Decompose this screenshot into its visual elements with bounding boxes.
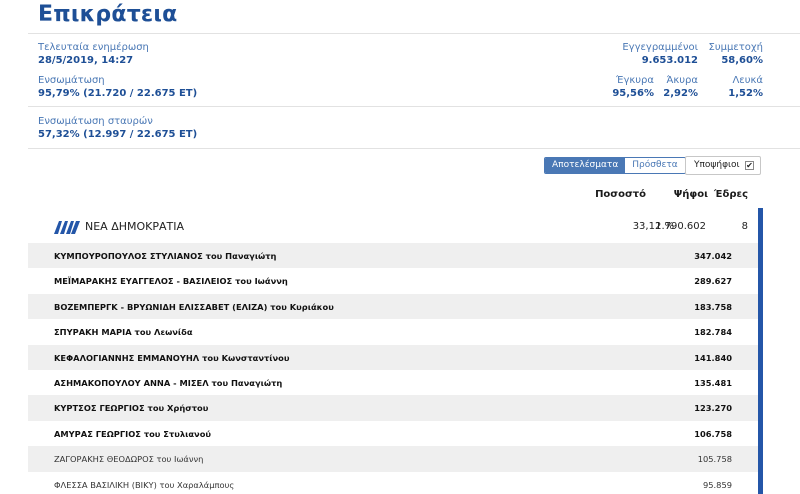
candidate-list: ΚΥΜΠΟΥΡΟΠΟΥΛΟΣ ΣΤΥΛΙΑΝΟΣ του Παναγιώτη 3… <box>28 243 758 494</box>
last-update-stat: Τελευταία ενημέρωση 28/5/2019, 14:27 <box>38 41 149 67</box>
registered-stat: Εγγεγραμμένοι 9.653.012 <box>622 41 698 67</box>
divider <box>28 33 800 34</box>
candidate-votes: 105.758 <box>697 454 732 465</box>
view-toggle: Αποτελέσματα Πρόσθετα <box>544 157 686 174</box>
candidate-name: ΑΜΥΡΑΣ ΓΕΩΡΓΙΟΣ του Στυλιανού <box>54 428 212 439</box>
cross-integration-stat: Ενσωμάτωση σταυρών 57,32% (12.997 / 22.6… <box>38 115 197 141</box>
results-tab[interactable]: Αποτελέσματα <box>545 158 626 173</box>
candidate-votes: 289.627 <box>694 276 732 287</box>
candidate-name: ΚΥΜΠΟΥΡΟΠΟΥΛΟΣ ΣΤΥΛΙΑΝΟΣ του Παναγιώτη <box>54 251 277 261</box>
registered-label: Εγγεγραμμένοι <box>622 42 698 53</box>
invalid-stat: Άκυρα 2,92% <box>663 74 698 100</box>
candidate-row[interactable]: ΑΜΥΡΑΣ ΓΕΩΡΓΙΟΣ του Στυλιανού 106.758 <box>28 421 758 446</box>
candidate-name: ΖΑΓΟΡΑΚΗΣ ΘΕΟΔΩΡΟΣ του Ιωάννη <box>54 454 204 465</box>
blank-value: 1,52% <box>728 88 763 99</box>
valid-stat: Έγκυρα 95,56% <box>612 74 654 100</box>
turnout-stat: Συμμετοχή 58,60% <box>709 41 764 67</box>
candidate-row[interactable]: ΚΥΜΠΟΥΡΟΠΟΥΛΟΣ ΣΤΥΛΙΑΝΟΣ του Παναγιώτη 3… <box>28 243 758 269</box>
integration-stat: Ενσωμάτωση 95,79% (21.720 / 22.675 ΕΤ) <box>38 74 197 100</box>
party-logo-icon <box>54 221 80 234</box>
candidate-votes: 123.270 <box>694 403 732 414</box>
candidate-row[interactable]: ΣΠΥΡΑΚΗ ΜΑΡΙΑ του Λεωνίδα 182.784 <box>28 319 758 344</box>
page-title: Επικράτεια <box>38 2 178 27</box>
candidate-row[interactable]: ΚΥΡΤΣΟΣ ΓΕΩΡΓΙΟΣ του Χρήστου 123.270 <box>28 395 758 421</box>
integration-value: 95,79% (21.720 / 22.675 ΕΤ) <box>38 88 198 99</box>
blank-stat: Λευκά 1,52% <box>728 74 763 100</box>
turnout-value: 58,60% <box>721 55 763 66</box>
candidate-row[interactable]: ΑΣΗΜΑΚΟΠΟΥΛΟΥ ΑΝΝΑ - ΜΙΣΕΛ του Παναγιώτη… <box>28 370 758 395</box>
candidates-label: Υποψήφιοι <box>694 160 740 170</box>
candidate-votes: 95.859 <box>702 479 732 490</box>
candidate-row[interactable]: ΖΑΓΟΡΑΚΗΣ ΘΕΟΔΩΡΟΣ του Ιωάννη 105.758 <box>28 446 758 472</box>
invalid-value: 2,92% <box>663 88 698 99</box>
candidate-votes: 347.042 <box>694 251 732 261</box>
invalid-label: Άκυρα <box>666 75 698 86</box>
candidate-name: ΦΛΕΣΣΑ ΒΑΣΙΛΙΚΗ (ΒΙΚΥ) του Χαραλάμπους <box>54 479 235 490</box>
cross-integration-label: Ενσωμάτωση σταυρών <box>38 116 153 127</box>
candidate-name: ΜΕΪΜΑΡΑΚΗΣ ΕΥΑΓΓΕΛΟΣ - ΒΑΣΙΛΕΙΟΣ του Ιωά… <box>54 276 288 287</box>
candidate-name: ΚΥΡΤΣΟΣ ΓΕΩΡΓΙΟΣ του Χρήστου <box>54 403 209 414</box>
divider <box>28 106 800 107</box>
column-header-seats: Έδρες <box>714 189 748 200</box>
candidate-name: ΚΕΦΑΛΟΓΙΑΝΝΗΣ ΕΜΜΑΝΟΥΗΛ του Κωνσταντίνου <box>54 352 290 363</box>
candidate-votes: 182.784 <box>694 327 732 338</box>
integration-label: Ενσωμάτωση <box>38 75 105 86</box>
blank-label: Λευκά <box>732 75 763 86</box>
candidate-row[interactable]: ΒΟΖΕΜΠΕΡΓΚ - ΒΡΥΩΝΙΔΗ ΕΛΙΣΣΑΒΕΤ (ΕΛΙΖΑ) … <box>28 293 758 320</box>
checkbox-icon[interactable]: ✔ <box>745 161 754 170</box>
last-update-label: Τελευταία ενημέρωση <box>38 42 149 53</box>
party-row[interactable]: ΝΕΑ ΔΗΜΟΚΡΑΤΙΑ 33,12 % 1.790.602 8 <box>28 212 760 242</box>
valid-label: Έγκυρα <box>616 75 654 86</box>
turnout-label: Συμμετοχή <box>708 42 764 53</box>
added-tab[interactable]: Πρόσθετα <box>625 158 685 173</box>
party-seats: 8 <box>741 221 748 232</box>
column-header-percent: Ποσοστό <box>595 189 646 200</box>
candidate-votes: 135.481 <box>694 377 732 388</box>
party-votes: 1.790.602 <box>655 221 706 232</box>
candidate-row[interactable]: ΜΕΪΜΑΡΑΚΗΣ ΕΥΑΓΓΕΛΟΣ - ΒΑΣΙΛΕΙΟΣ του Ιωά… <box>28 268 758 293</box>
candidate-name: ΑΣΗΜΑΚΟΠΟΥΛΟΥ ΑΝΝΑ - ΜΙΣΕΛ του Παναγιώτη <box>54 377 283 388</box>
candidate-votes: 106.758 <box>694 428 732 439</box>
last-update-value: 28/5/2019, 14:27 <box>38 55 134 66</box>
party-color-bar <box>758 208 763 494</box>
column-header-votes: Ψήφοι <box>673 189 708 200</box>
candidate-votes: 183.758 <box>694 301 732 312</box>
candidate-name: ΣΠΥΡΑΚΗ ΜΑΡΙΑ του Λεωνίδα <box>54 327 193 338</box>
candidates-toggle[interactable]: Υποψήφιοι ✔ <box>685 156 761 175</box>
divider <box>28 148 800 149</box>
cross-integration-value: 57,32% (12.997 / 22.675 ΕΤ) <box>38 129 198 140</box>
valid-value: 95,56% <box>612 88 654 99</box>
party-name: ΝΕΑ ΔΗΜΟΚΡΑΤΙΑ <box>85 220 185 233</box>
candidate-name: ΒΟΖΕΜΠΕΡΓΚ - ΒΡΥΩΝΙΔΗ ΕΛΙΣΣΑΒΕΤ (ΕΛΙΖΑ) … <box>54 301 334 312</box>
candidate-row[interactable]: ΚΕΦΑΛΟΓΙΑΝΝΗΣ ΕΜΜΑΝΟΥΗΛ του Κωνσταντίνου… <box>28 344 758 370</box>
registered-value: 9.653.012 <box>641 55 698 66</box>
candidate-votes: 141.840 <box>694 352 732 363</box>
candidate-row[interactable]: ΦΛΕΣΣΑ ΒΑΣΙΛΙΚΗ (ΒΙΚΥ) του Χαραλάμπους 9… <box>28 472 758 494</box>
